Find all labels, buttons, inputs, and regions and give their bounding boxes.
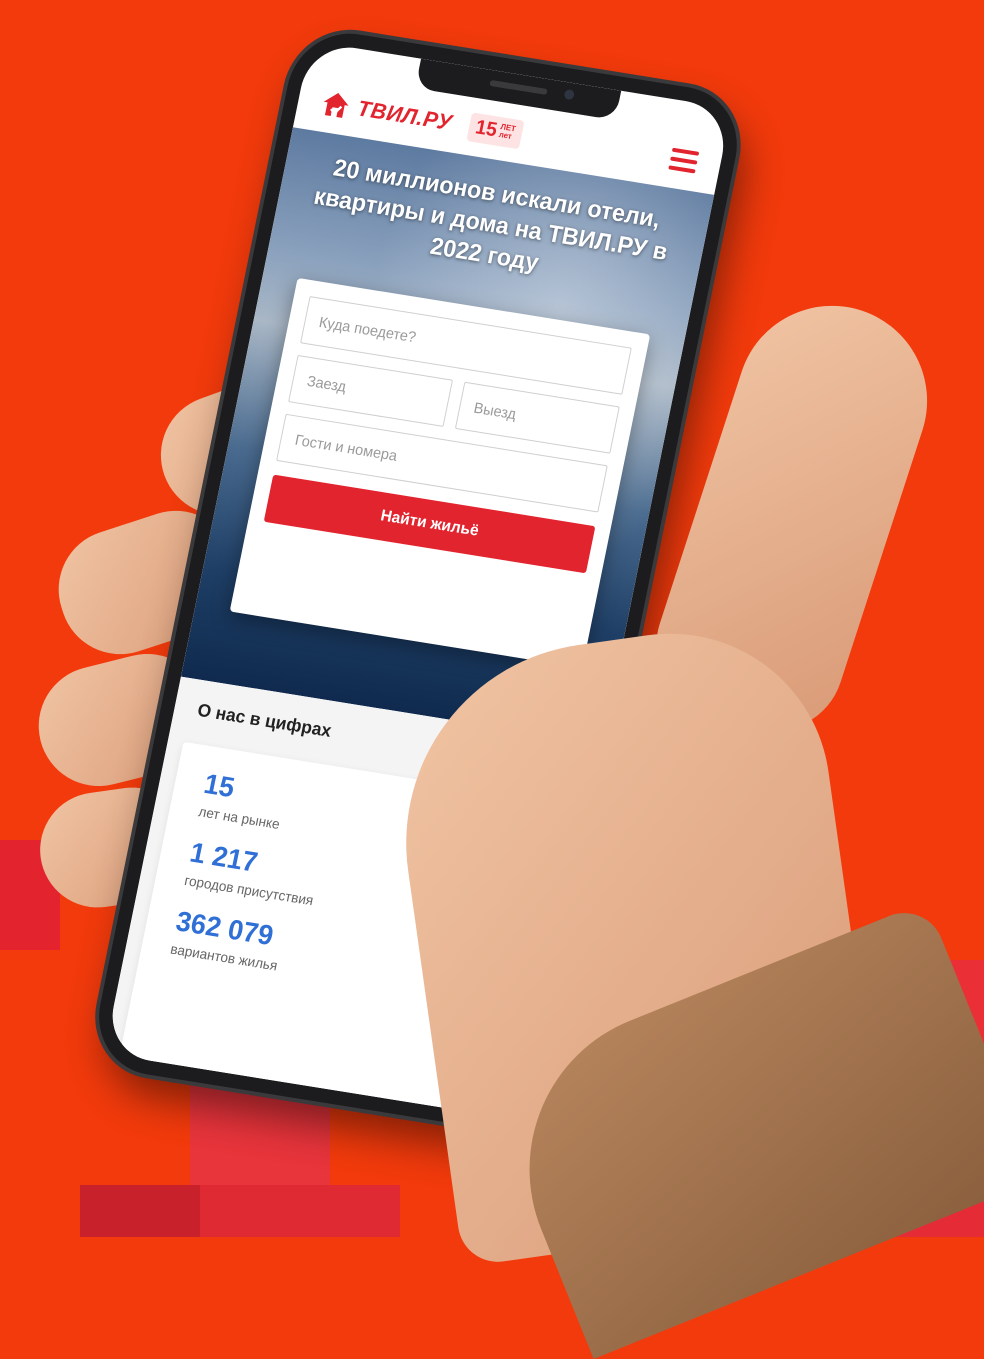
checkin-input[interactable]: Заезд	[288, 354, 454, 427]
speaker-grille	[489, 79, 548, 95]
front-camera	[563, 88, 576, 101]
background-tile	[80, 1185, 200, 1237]
anniversary-badge: 15 ЛЕТ лет	[466, 111, 525, 149]
stats-title: О нас в цифрах	[195, 699, 334, 741]
house-logo-icon[interactable]	[319, 88, 354, 122]
checkout-input[interactable]: Выезд	[454, 381, 620, 454]
search-form: Куда поедете? Заезд Выезд Гости и номера…	[229, 277, 651, 669]
anniversary-number: 15	[473, 115, 500, 141]
brand-name[interactable]: ТВИЛ.РУ	[355, 95, 454, 136]
hamburger-menu-icon[interactable]	[668, 147, 700, 174]
menu-line	[668, 165, 696, 174]
menu-line	[671, 147, 700, 156]
background-tile	[200, 1185, 400, 1237]
anniversary-caption-bottom: лет	[498, 130, 513, 141]
anniversary-caption: ЛЕТ лет	[498, 122, 516, 141]
menu-line	[670, 156, 698, 165]
